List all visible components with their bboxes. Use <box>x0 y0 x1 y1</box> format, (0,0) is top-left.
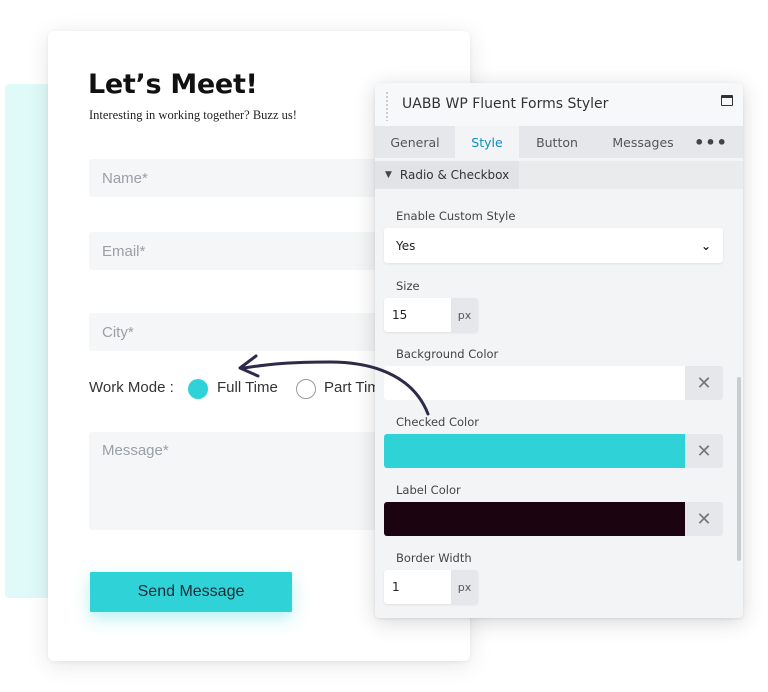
border-width-field[interactable]: 1 px <box>384 570 478 604</box>
close-icon[interactable]: ✕ <box>685 366 723 400</box>
enable-custom-style-label: Enable Custom Style <box>396 209 516 223</box>
tab-messages[interactable]: Messages <box>595 126 691 158</box>
pointer-arrow-icon <box>238 354 430 416</box>
label-color-label: Label Color <box>396 483 461 497</box>
close-icon[interactable]: ✕ <box>685 434 723 468</box>
border-width-label: Border Width <box>396 551 472 565</box>
border-width-input[interactable]: 1 <box>384 570 451 604</box>
enable-custom-style-select[interactable]: Yes ⌄ <box>384 228 723 263</box>
email-placeholder: Email* <box>102 242 146 260</box>
checked-color-swatch[interactable] <box>384 434 685 468</box>
more-tabs-icon[interactable]: ••• <box>691 126 731 158</box>
radio-full-time[interactable] <box>188 379 208 399</box>
drag-handle-icon[interactable] <box>385 91 389 121</box>
city-placeholder: City* <box>102 323 134 341</box>
window-minimize-icon[interactable] <box>721 95 733 106</box>
tab-general[interactable]: General <box>375 126 455 158</box>
size-input[interactable]: 15 <box>384 298 451 332</box>
tab-style[interactable]: Style <box>455 126 519 158</box>
panel-scrollbar[interactable] <box>737 377 741 561</box>
panel-title: UABB WP Fluent Forms Styler <box>402 96 609 112</box>
message-placeholder: Message* <box>102 442 169 459</box>
send-message-button[interactable]: Send Message <box>90 572 292 612</box>
close-icon[interactable]: ✕ <box>685 502 723 536</box>
tab-button[interactable]: Button <box>519 126 595 158</box>
panel-header: UABB WP Fluent Forms Styler <box>375 83 743 126</box>
section-title: Radio & Checkbox <box>399 168 510 182</box>
panel-tabs: General Style Button Messages ••• <box>375 126 743 158</box>
border-width-unit: px <box>451 570 478 604</box>
size-label: Size <box>396 279 420 293</box>
chevron-down-icon: ▼ <box>385 170 392 180</box>
size-field[interactable]: 15 px <box>384 298 478 332</box>
size-unit: px <box>451 298 478 332</box>
select-value: Yes <box>396 238 416 253</box>
name-placeholder: Name* <box>102 169 148 187</box>
section-header[interactable]: ▼ Radio & Checkbox <box>375 161 743 189</box>
label-color-picker[interactable]: ✕ <box>384 502 723 536</box>
form-title: Let’s Meet! <box>88 69 258 100</box>
checked-color-picker[interactable]: ✕ <box>384 434 723 468</box>
section-toggle[interactable]: ▼ Radio & Checkbox <box>375 161 520 189</box>
label-color-swatch[interactable] <box>384 502 685 536</box>
form-subtitle: Interesting in working together? Buzz us… <box>89 108 297 122</box>
work-mode-label: Work Mode : <box>89 379 174 396</box>
chevron-down-icon: ⌄ <box>700 238 711 253</box>
